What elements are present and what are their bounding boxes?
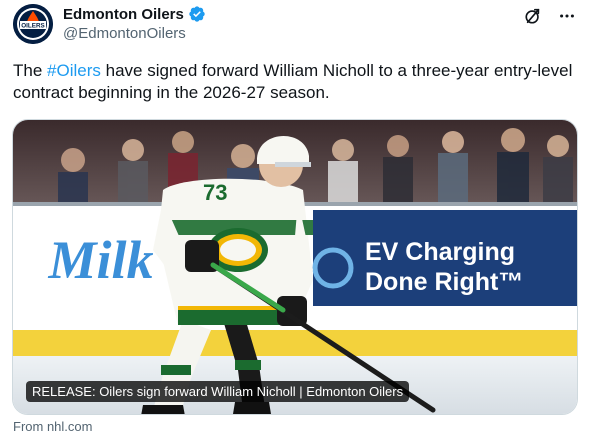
tweet-actions-top: [523, 6, 577, 26]
ev-ad-line1: EV Charging: [365, 238, 515, 266]
avatar[interactable]: OILERS: [13, 4, 53, 44]
hashtag-link[interactable]: #Oilers: [47, 61, 101, 80]
verified-badge-icon: [188, 5, 206, 23]
hockey-photo: Milk EV Charging Done Right™ 73: [13, 120, 577, 414]
display-name[interactable]: Edmonton Oilers: [63, 6, 184, 23]
author-name-row: Edmonton Oilers: [63, 5, 206, 23]
link-source[interactable]: From nhl.com: [13, 419, 92, 434]
author-handle[interactable]: @EdmontonOilers: [63, 25, 186, 42]
milk-ad-text: Milk: [47, 230, 153, 290]
tweet-text-before: The: [13, 61, 48, 80]
ev-ad-line2: Done Right™: [365, 268, 523, 296]
oilers-logo: OILERS: [13, 4, 53, 44]
grok-icon[interactable]: [523, 6, 543, 26]
more-icon[interactable]: [557, 6, 577, 26]
tweet-text: The #Oilers have signed forward William …: [13, 60, 583, 104]
avatar-text: OILERS: [21, 22, 44, 29]
link-card-caption[interactable]: RELEASE: Oilers sign forward William Nic…: [26, 381, 410, 402]
jersey-number: 73: [203, 180, 227, 205]
link-card-image[interactable]: Milk EV Charging Done Right™ 73: [12, 119, 578, 415]
